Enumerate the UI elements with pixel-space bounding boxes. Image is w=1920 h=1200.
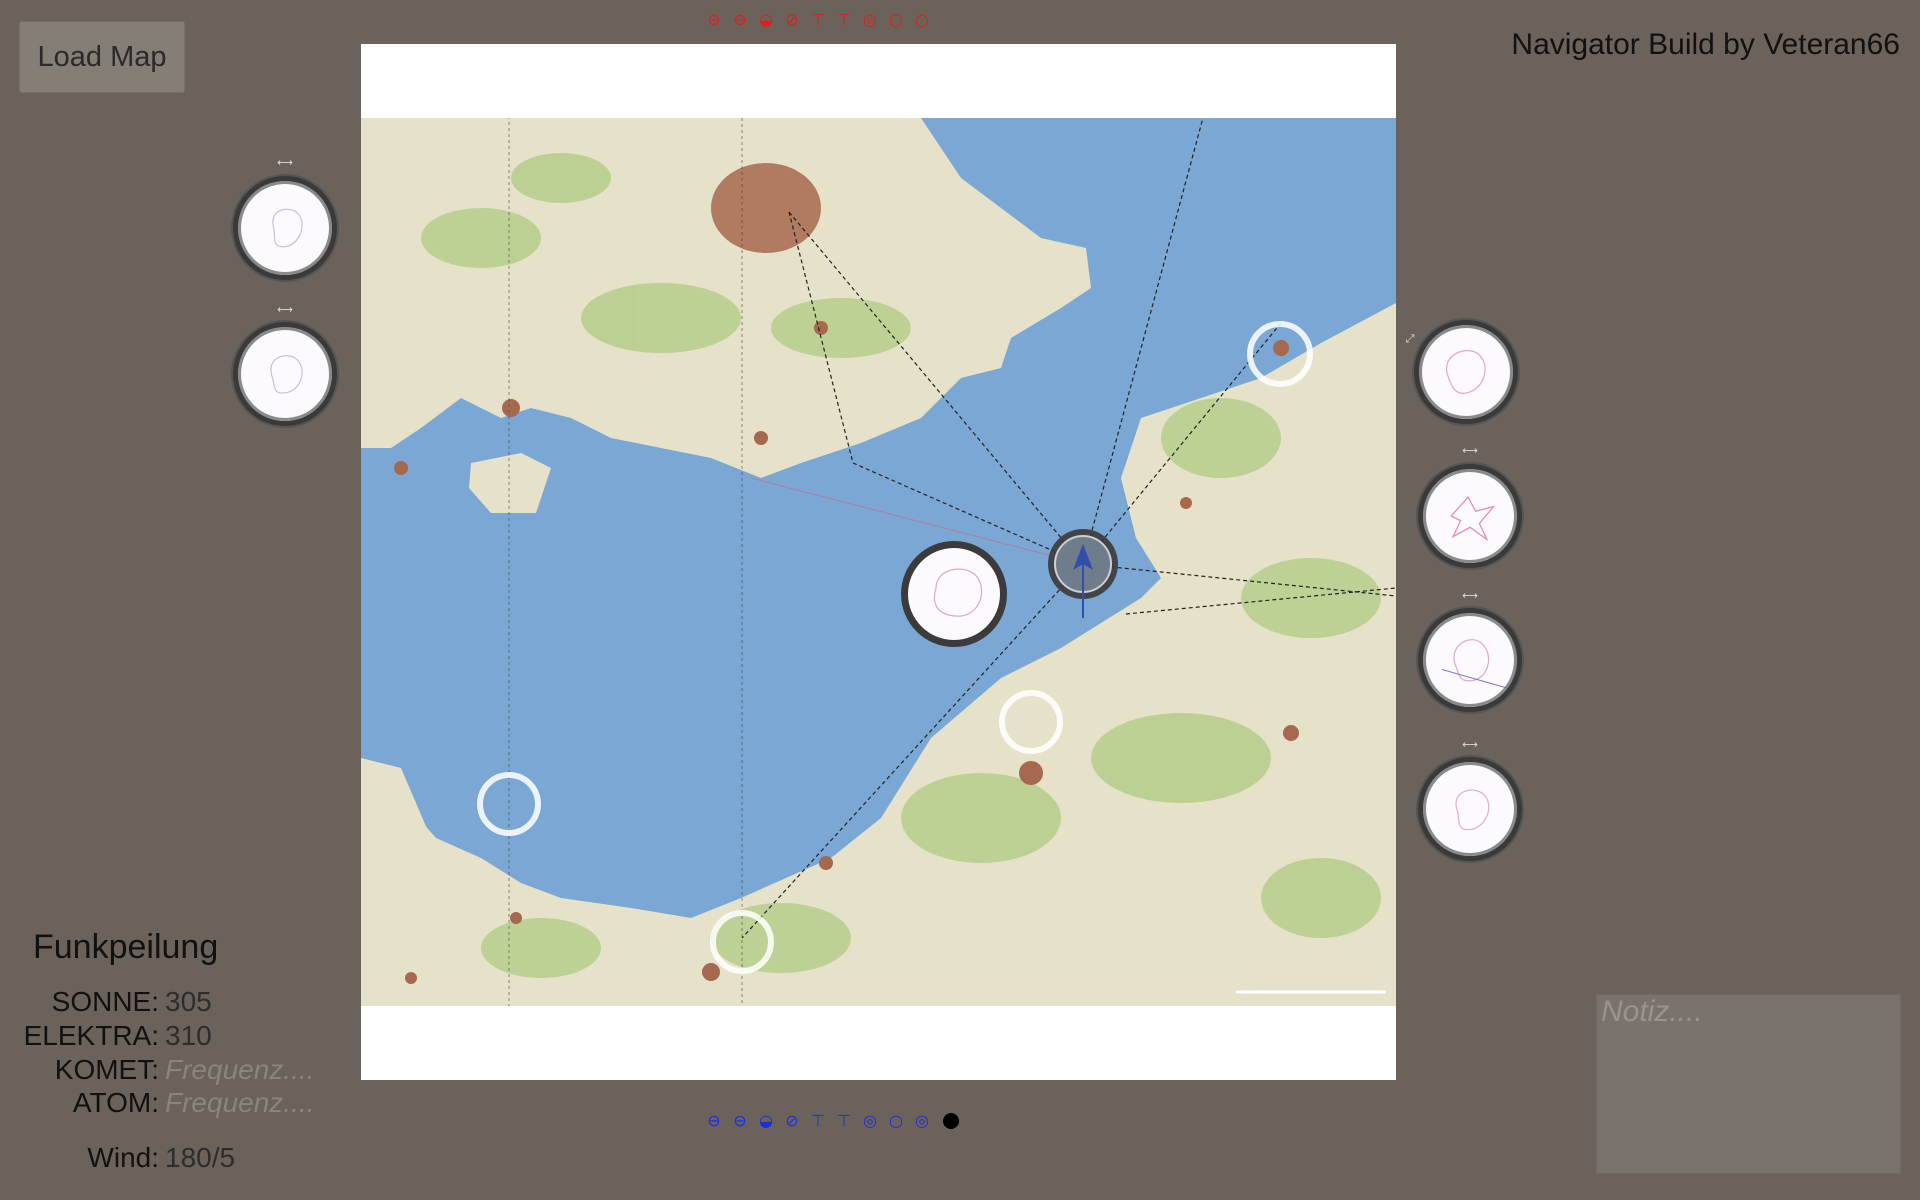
station-frequency-value[interactable]: 310: [165, 1020, 212, 1052]
circle-minus-icon[interactable]: ⊖: [729, 1110, 751, 1132]
dial-right-4-arrow-icon: ⟷: [1462, 738, 1478, 751]
station-label: KOMET:: [54, 1054, 159, 1085]
notes-textarea[interactable]: [1596, 994, 1901, 1174]
station-frequency-value[interactable]: 305: [165, 986, 212, 1018]
polar-curve: [272, 208, 303, 248]
wind-value[interactable]: 180/5: [165, 1142, 235, 1174]
toolbar-red: ⊖ ⊖ ◒ ⊘ ⊤ ⊤ ◎ ○ ○: [703, 9, 933, 31]
map-panel[interactable]: [361, 44, 1396, 1080]
sea-dial: [901, 541, 1007, 647]
app-title: Navigator Build by Veteran66: [1511, 28, 1900, 61]
station-label: ATOM:: [72, 1087, 159, 1118]
target-icon[interactable]: ◎: [911, 1110, 933, 1132]
komet-frequency-input[interactable]: [165, 1054, 337, 1086]
dome-icon[interactable]: ◒: [755, 1110, 777, 1132]
dial-left-2[interactable]: [233, 322, 337, 426]
color-dot-icon[interactable]: [943, 1113, 959, 1129]
wind-label: Wind:: [87, 1142, 159, 1173]
station-row-komet: KOMET:: [0, 1054, 345, 1086]
dial-left-1[interactable]: [233, 176, 337, 280]
target-icon[interactable]: ◎: [859, 1110, 881, 1132]
dial-right-1-arrow-icon: ⤢: [1405, 332, 1415, 345]
polar-curve: [1455, 789, 1490, 831]
polar-curve: [270, 355, 303, 394]
dome-icon[interactable]: ◒: [755, 9, 777, 31]
station-row-atom: ATOM:: [0, 1087, 345, 1119]
station-row-elektra: ELEKTRA: 310: [0, 1020, 345, 1052]
dial-right-3[interactable]: [1418, 608, 1522, 712]
station-label: SONNE:: [51, 986, 159, 1017]
funkpeilung-title: Funkpeilung: [33, 928, 219, 966]
dial-right-3-arrow-icon: ⟷: [1462, 589, 1478, 602]
polar-curve: [1450, 496, 1496, 542]
dial-right-1[interactable]: [1414, 320, 1518, 424]
circle-slash-icon[interactable]: ⊘: [781, 9, 803, 31]
dial-right-2-arrow-icon: ⟷: [1462, 444, 1478, 457]
plane-top-icon[interactable]: ⊤: [833, 1110, 855, 1132]
ring-icon[interactable]: ○: [885, 9, 907, 31]
load-map-button[interactable]: Load Map: [19, 21, 185, 93]
ring-icon[interactable]: ○: [911, 9, 933, 31]
station-row-sonne: SONNE: 305: [0, 986, 345, 1018]
circle-minus-icon[interactable]: ⊖: [703, 9, 725, 31]
circle-slash-icon[interactable]: ⊘: [781, 1110, 803, 1132]
ring-icon[interactable]: ○: [885, 1110, 907, 1132]
target-icon[interactable]: ◎: [859, 9, 881, 31]
station-label: ELEKTRA:: [23, 1020, 159, 1051]
polar-curve: [1445, 350, 1486, 395]
plane-down-icon[interactable]: ⊤: [807, 1110, 829, 1132]
dial-right-2[interactable]: [1418, 464, 1522, 568]
wind-row: Wind: 180/5: [0, 1142, 345, 1174]
atom-frequency-input[interactable]: [165, 1087, 337, 1119]
toolbar-blue: ⊖ ⊖ ◒ ⊘ ⊤ ⊤ ◎ ○ ◎: [703, 1110, 959, 1132]
plane-top-icon[interactable]: ⊤: [833, 9, 855, 31]
dial-right-4[interactable]: [1418, 757, 1522, 861]
dial-left-1-arrow-icon: ⟷: [277, 156, 293, 169]
dial-left-2-arrow-icon: ⟷: [277, 303, 293, 316]
plane-down-icon[interactable]: ⊤: [807, 9, 829, 31]
map-canvas[interactable]: [361, 118, 1396, 1006]
circle-minus-icon[interactable]: ⊖: [729, 9, 751, 31]
circle-minus-icon[interactable]: ⊖: [703, 1110, 725, 1132]
